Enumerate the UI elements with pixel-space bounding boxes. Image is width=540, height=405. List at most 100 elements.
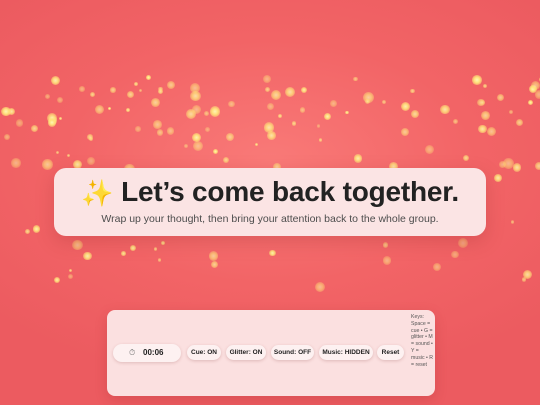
glitter-particle [263, 122, 275, 133]
glitter-particle [189, 83, 201, 94]
glitter-particle [486, 126, 496, 136]
glitter-particle [515, 118, 523, 126]
glitter-particle [166, 127, 175, 135]
glitter-particle [522, 269, 532, 279]
glitter-particle [79, 86, 85, 92]
glitter-particle [401, 102, 411, 112]
glitter-particle [263, 75, 272, 84]
glitter-particle [222, 156, 230, 164]
glitter-particle [30, 124, 38, 132]
sound-toggle-button[interactable]: Sound: OFF [271, 345, 314, 360]
glitter-particle [381, 99, 386, 104]
glitter-particle [226, 132, 235, 141]
glitter-particle [299, 107, 306, 114]
glitter-particle [185, 109, 196, 119]
glitter-particle [1, 106, 11, 117]
glitter-particle [440, 104, 450, 114]
glitter-particle [88, 137, 93, 142]
glitter-particle [192, 104, 202, 114]
glitter-particle [67, 154, 71, 158]
glitter-particle [157, 258, 162, 262]
glitter-particle [410, 109, 420, 119]
glitter-particle [432, 262, 442, 272]
glitter-particle [3, 133, 11, 141]
glitter-particle [161, 240, 166, 245]
glitter-particle [267, 131, 276, 140]
glitter-particle [205, 127, 211, 132]
reset-button[interactable]: Reset [377, 345, 404, 360]
glitter-particle [153, 120, 163, 129]
glitter-particle [11, 158, 21, 168]
glitter-particle [528, 99, 534, 105]
glitter-particle [451, 250, 459, 259]
glitter-particle [53, 276, 60, 283]
glitter-particle [362, 92, 374, 103]
glitter-particle [125, 108, 130, 113]
glitter-particle [497, 93, 505, 101]
glitter-particle [264, 86, 270, 92]
glitter-particle [534, 162, 540, 170]
keyboard-shortcuts-help: Keys: Space = cue • G = glitter • M = so… [411, 314, 433, 368]
glitter-particle [157, 89, 163, 95]
glitter-particle [204, 111, 210, 116]
regroup-banner: ✨ Let’s come back together. Wrap up your … [54, 168, 486, 236]
glitter-particle [138, 89, 142, 93]
glitter-particle [15, 119, 23, 127]
glitter-particle [47, 112, 58, 124]
glitter-particle [503, 158, 514, 170]
glitter-particle [156, 129, 164, 137]
banner-subtitle: Wrap up your thought, then bring your at… [101, 213, 439, 225]
glitter-particle [190, 90, 201, 102]
glitter-particle [324, 112, 332, 120]
music-toggle-button[interactable]: Music: HIDDEN [319, 345, 373, 360]
glitter-particle [121, 251, 126, 256]
glitter-particle [494, 174, 503, 183]
glitter-particle [44, 93, 51, 99]
glitter-particle [126, 90, 135, 99]
glitter-particle [212, 148, 218, 154]
glitter-particle [158, 86, 163, 92]
glitter-particle [42, 159, 53, 170]
glitter-particle [479, 99, 485, 105]
glitter-particle [478, 124, 487, 134]
glitter-particle [401, 127, 410, 136]
timer-value: 00:06 [143, 348, 164, 357]
glitter-particle [183, 143, 188, 149]
glitter-particle [509, 110, 513, 114]
glitter-particle [72, 239, 84, 251]
glitter-particle [329, 100, 337, 108]
glitter-particle [191, 132, 201, 142]
glitter-particle [86, 156, 95, 166]
glitter-particle [458, 237, 469, 248]
glitter-particle [499, 161, 506, 168]
glitter-particle [129, 244, 136, 251]
glitter-particle [318, 138, 323, 142]
banner-title: ✨ Let’s come back together. [54, 176, 486, 209]
glitter-particle [482, 83, 488, 88]
glitter-particle [365, 98, 371, 104]
glitter-particle [209, 106, 220, 117]
glitter-particle [316, 124, 321, 128]
glitter-particle [146, 75, 152, 81]
glitter-particle [512, 163, 521, 172]
glitter-particle [353, 76, 358, 82]
cue-toggle-button[interactable]: Cue: ON [187, 345, 221, 360]
sparkles-icon: ✨ [80, 178, 114, 208]
glitter-particle [409, 88, 415, 94]
glitter-particle [291, 121, 297, 126]
control-panel: ⏱ 00:06 Cue: ON Glitter: ON Sound: OFF M… [107, 310, 435, 396]
glitter-particle [25, 229, 30, 235]
glitter-particle [55, 150, 60, 155]
glitter-particle [228, 100, 235, 108]
glitter-particle [266, 103, 274, 110]
glitter-particle [300, 87, 307, 94]
glitter-particle [452, 118, 458, 124]
stopwatch-icon: ⏱ [129, 348, 136, 357]
glitter-particle [87, 134, 93, 140]
glitter-toggle-button[interactable]: Glitter: ON [226, 345, 266, 360]
glitter-particle [462, 154, 469, 162]
banner-title-text: Let’s come back together. [121, 176, 460, 207]
timer-display: ⏱ 00:06 [113, 344, 181, 362]
glitter-particle [424, 145, 434, 155]
glitter-particle [472, 75, 482, 85]
